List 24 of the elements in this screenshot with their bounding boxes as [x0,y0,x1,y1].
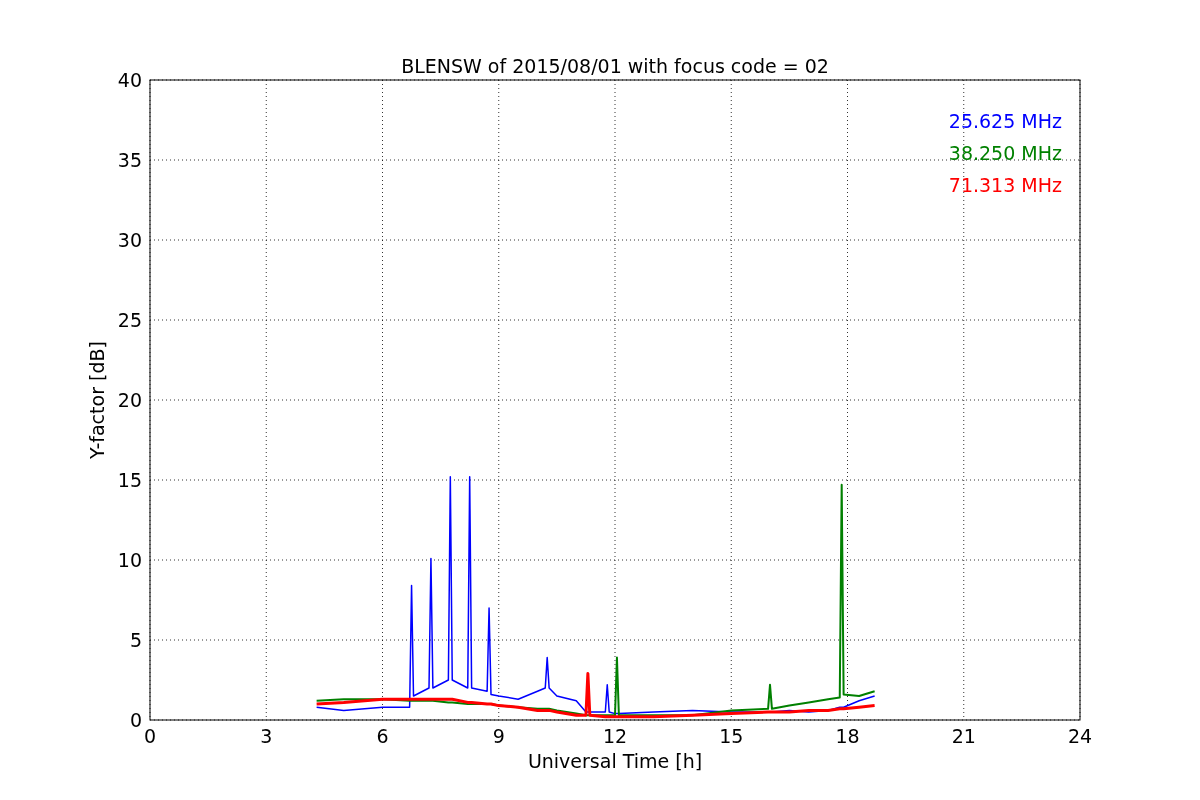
tick-label: 6 [376,725,389,747]
tick-label: 25 [117,309,142,331]
tick-label: 20 [117,389,142,411]
tick-label: 30 [117,229,142,251]
tick-label: 10 [117,549,142,571]
legend-label: 25.625 MHz [948,110,1062,132]
tick-label: 40 [117,69,142,91]
tick-label: 9 [492,725,505,747]
axis-label: Universal Time [h] [527,750,703,772]
tick-label: 15 [117,469,142,491]
tick-label: 5 [129,629,142,651]
legend-label: 71.313 MHz [948,174,1062,196]
tick-label: 35 [117,149,142,171]
tick-label: 12 [602,725,628,747]
chart-title: BLENSW of 2015/08/01 with focus code = 02 [401,55,829,77]
tick-label: 24 [1067,725,1093,747]
tick-label: 0 [129,709,142,731]
tick-label: 18 [835,725,860,747]
tick-label: 0 [143,725,157,747]
tick-label: 15 [719,725,744,747]
tick-label: 21 [951,725,976,747]
axis-label: Y-factor [dB] [86,341,108,459]
tick-label: 3 [260,725,273,747]
legend-label: 38.250 MHz [948,142,1062,164]
